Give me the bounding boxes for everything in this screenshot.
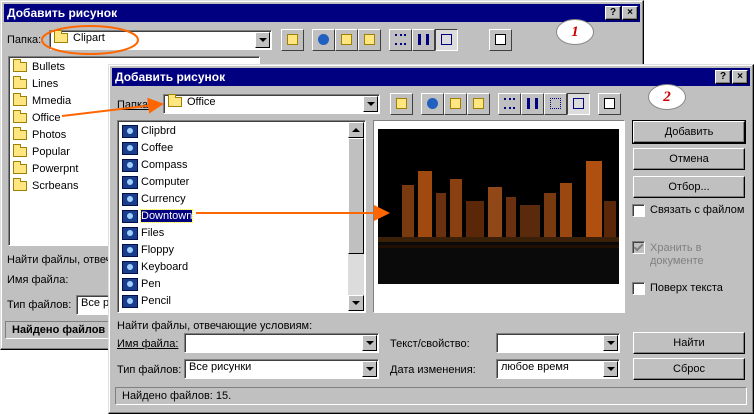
annotation-arrows xyxy=(61,97,390,221)
